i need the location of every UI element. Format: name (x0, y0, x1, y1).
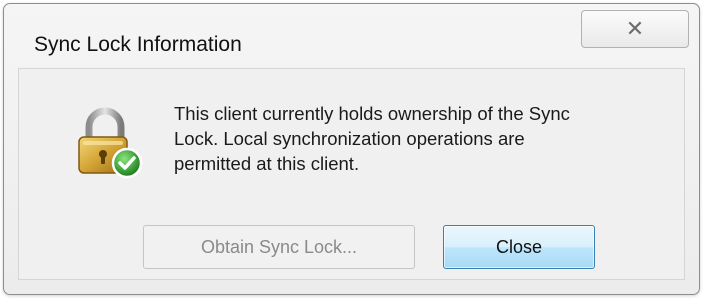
obtain-sync-lock-button[interactable]: Obtain Sync Lock... (143, 225, 415, 269)
status-message: This client currently holds ownership of… (174, 101, 674, 176)
close-icon: ✕ (625, 16, 645, 41)
padlock-with-green-check-icon (78, 107, 143, 179)
message-line-1: This client currently holds ownership of… (174, 103, 570, 124)
message-line-2: Lock. Local synchronization operations a… (174, 128, 525, 149)
title-bar[interactable]: Sync Lock Information ✕ (4, 4, 699, 68)
message-line-3: permitted at this client. (174, 153, 360, 174)
close-button[interactable]: Close (443, 225, 595, 269)
dialog-content: This client currently holds ownership of… (18, 68, 685, 280)
sync-lock-dialog: Sync Lock Information ✕ This client curr… (3, 3, 700, 295)
dialog-title: Sync Lock Information (34, 33, 242, 56)
title-close-button[interactable]: ✕ (581, 10, 689, 48)
